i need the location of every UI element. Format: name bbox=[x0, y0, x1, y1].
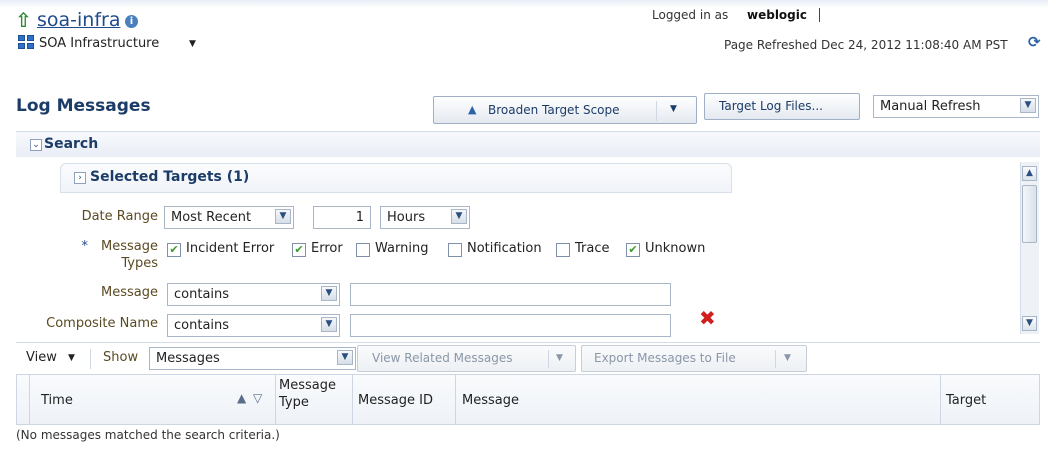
view-menu[interactable]: View bbox=[26, 350, 57, 365]
divider bbox=[548, 350, 549, 368]
checkbox-label: Trace bbox=[575, 241, 610, 256]
date-unit-value: Hours bbox=[387, 210, 426, 225]
target-log-files-button[interactable]: Target Log Files... bbox=[704, 93, 860, 120]
message-operator-select[interactable]: contains ▼ bbox=[167, 283, 340, 306]
composite-operator-select[interactable]: contains ▼ bbox=[167, 314, 340, 337]
chevron-down-icon[interactable]: ▼ bbox=[784, 353, 791, 363]
column-header-target[interactable]: Target bbox=[946, 393, 986, 408]
search-section-header[interactable]: ⌄ Search bbox=[16, 131, 1040, 157]
checkbox-trace[interactable] bbox=[556, 243, 570, 257]
date-count-input[interactable]: 1 bbox=[313, 206, 371, 229]
composite-name-label: Composite Name bbox=[46, 316, 158, 331]
refresh-mode-value: Manual Refresh bbox=[880, 99, 981, 114]
checkbox-label: Unknown bbox=[645, 241, 706, 256]
column-header-message-id[interactable]: Message ID bbox=[358, 393, 433, 408]
message-operator-value: contains bbox=[174, 287, 230, 302]
show-select[interactable]: Messages ▼ bbox=[149, 347, 356, 370]
logged-in-label: Logged in as bbox=[652, 8, 729, 22]
composite-operator-value: contains bbox=[174, 318, 230, 333]
date-unit-select[interactable]: Hours ▼ bbox=[380, 206, 470, 229]
target-log-files-label: Target Log Files... bbox=[719, 99, 823, 113]
chevron-down-icon: ▼ bbox=[321, 317, 337, 332]
chevron-down-icon: ▼ bbox=[337, 350, 353, 365]
checkbox-error[interactable]: ✔ bbox=[292, 243, 306, 257]
scrollbar-thumb[interactable] bbox=[1022, 185, 1037, 243]
message-types-label-line1: Message bbox=[101, 239, 158, 254]
show-value: Messages bbox=[156, 351, 220, 366]
triangle-up-icon: ▲ bbox=[468, 103, 477, 116]
chevron-down-icon[interactable]: ▼ bbox=[556, 353, 563, 363]
chevron-down-icon[interactable]: ▼ bbox=[68, 353, 75, 363]
top-gradient-bar bbox=[0, 0, 1048, 8]
divider bbox=[29, 375, 30, 424]
divider bbox=[275, 375, 276, 424]
chevron-down-icon[interactable]: ▼ bbox=[670, 104, 677, 114]
checkbox-incident-error[interactable]: ✔ bbox=[167, 243, 181, 257]
date-range-value: Most Recent bbox=[171, 210, 252, 225]
composite-name-input[interactable] bbox=[350, 314, 671, 337]
message-types-label-line2: Types bbox=[121, 256, 158, 271]
chevron-down-icon: ▼ bbox=[321, 286, 337, 301]
selected-targets-label: Selected Targets (1) bbox=[90, 169, 250, 185]
results-table-header: Time ▲ ▽ Message Type Message ID Message… bbox=[16, 374, 1040, 425]
divider bbox=[455, 375, 456, 424]
message-label: Message bbox=[101, 285, 158, 300]
info-icon[interactable]: i bbox=[125, 15, 138, 28]
checkbox-warning[interactable] bbox=[356, 243, 370, 257]
empty-results-message: (No messages matched the search criteria… bbox=[16, 428, 280, 442]
chevron-down-icon: ▼ bbox=[275, 209, 291, 224]
divider bbox=[819, 8, 820, 22]
divider bbox=[656, 101, 657, 121]
checkbox-label: Incident Error bbox=[186, 241, 275, 256]
divider bbox=[775, 350, 776, 368]
show-label: Show bbox=[103, 350, 139, 365]
refresh-mode-select[interactable]: Manual Refresh ▼ bbox=[873, 95, 1039, 118]
checkbox-notification[interactable] bbox=[448, 243, 462, 257]
divider bbox=[352, 375, 353, 424]
view-related-messages-button[interactable]: View Related Messages ▼ bbox=[357, 345, 576, 372]
results-toolbar: View ▼ Show Messages ▼ View Related Mess… bbox=[16, 342, 1040, 375]
date-range-select[interactable]: Most Recent ▼ bbox=[164, 206, 294, 229]
collapse-toggle-icon[interactable]: ⌄ bbox=[30, 139, 42, 151]
export-label: Export Messages to File bbox=[594, 351, 736, 365]
divider bbox=[940, 375, 941, 424]
required-marker: * bbox=[81, 239, 89, 254]
divider bbox=[90, 349, 91, 369]
column-header-message-type-2[interactable]: Type bbox=[279, 395, 309, 410]
chevron-down-icon[interactable]: ▼ bbox=[189, 39, 196, 49]
chevron-down-icon: ▼ bbox=[1020, 98, 1036, 113]
home-arrow-icon[interactable]: ⇧ bbox=[15, 8, 32, 32]
column-header-message[interactable]: Message bbox=[462, 393, 519, 408]
scroll-down-icon[interactable]: ▼ bbox=[1022, 316, 1037, 331]
chevron-down-icon: ▼ bbox=[451, 209, 467, 224]
sort-descending-icon[interactable]: ▽ bbox=[253, 391, 262, 405]
column-header-message-type[interactable]: Message bbox=[279, 378, 336, 393]
page-title: Log Messages bbox=[16, 96, 151, 116]
column-header-time[interactable]: Time bbox=[41, 393, 73, 408]
checkbox-unknown[interactable]: ✔ bbox=[626, 243, 640, 257]
broaden-label: Broaden Target Scope bbox=[488, 103, 620, 117]
message-input[interactable] bbox=[350, 283, 671, 306]
refresh-status: Page Refreshed Dec 24, 2012 11:08:40 AM … bbox=[724, 38, 1008, 52]
export-messages-button[interactable]: Export Messages to File ▼ bbox=[581, 345, 807, 372]
date-range-label: Date Range bbox=[81, 209, 158, 224]
user-name: weblogic bbox=[747, 8, 807, 22]
scroll-up-icon[interactable]: ▲ bbox=[1022, 166, 1037, 181]
search-section-label: Search bbox=[44, 136, 99, 152]
checkbox-label: Warning bbox=[375, 241, 429, 256]
expand-toggle-icon[interactable]: › bbox=[74, 172, 86, 184]
soa-grid-icon bbox=[18, 35, 34, 49]
selected-targets-header[interactable]: › Selected Targets (1) bbox=[60, 163, 732, 193]
view-related-label: View Related Messages bbox=[372, 351, 513, 365]
app-name-link[interactable]: soa-infra bbox=[37, 9, 121, 31]
broaden-target-scope-button[interactable]: ▲ Broaden Target Scope ▼ bbox=[433, 96, 697, 124]
checkbox-label: Error bbox=[311, 241, 343, 256]
date-count-value: 1 bbox=[355, 210, 364, 225]
checkbox-label: Notification bbox=[467, 241, 542, 256]
delete-criterion-icon[interactable]: ✖ bbox=[699, 306, 716, 330]
soa-infrastructure-menu[interactable]: SOA Infrastructure bbox=[39, 36, 159, 51]
sort-ascending-icon[interactable]: ▲ bbox=[237, 391, 246, 405]
refresh-icon[interactable]: ⟳ bbox=[1028, 33, 1041, 51]
